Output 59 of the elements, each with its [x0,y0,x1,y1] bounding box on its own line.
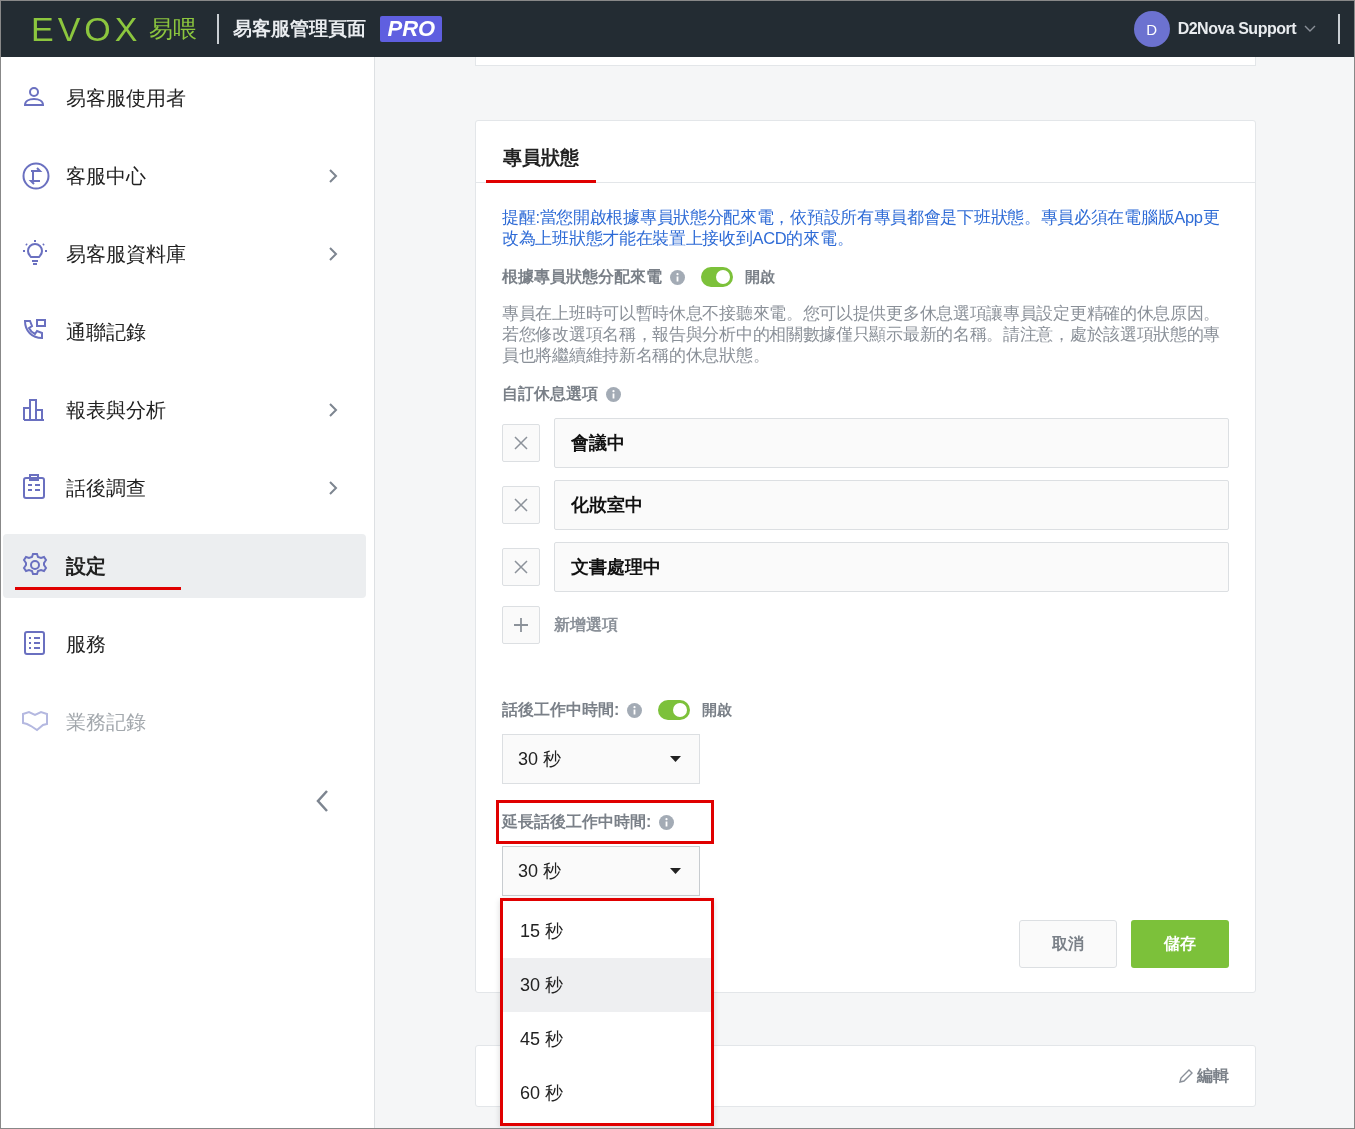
nav-item[interactable]: 通聯記錄 [3,300,366,364]
dropdown[interactable]: 30 秒 [502,846,700,896]
logo-text: EVOX [31,9,142,49]
card-title: 專員狀態 [486,143,596,183]
field-label: 自訂休息選項 [502,383,598,404]
field-label: 延長話後工作中時間: [502,811,652,832]
nav-item[interactable]: 報表與分析 [3,378,366,442]
info-icon [670,269,685,285]
menu-item[interactable]: 30 秒 [503,958,711,1012]
add-button[interactable] [502,606,540,644]
nav-item[interactable]: 客服中心 [3,144,366,208]
chevron-right-icon [328,168,338,184]
menu-item[interactable]: 45 秒 [503,1012,711,1066]
nav-item[interactable]: 設定 [3,534,366,598]
close-icon [514,560,528,574]
toggle-state-text: 開啟 [702,700,733,720]
menu-item[interactable]: 60 秒 [503,1066,711,1120]
info-icon [659,814,675,830]
logo-text: 易喂 [149,14,198,44]
caret-down-icon [670,756,681,762]
nav-item[interactable]: 易客服資料庫 [3,222,366,286]
user-menu[interactable]: D D2Nova Support [1133,11,1316,47]
chevron-right-icon [328,402,338,418]
info-icon [606,386,621,402]
toggle-switch[interactable] [701,267,733,287]
notice-text: 提醒:當您開啟根據專員狀態分配來電，依預設所有專員都會是下班狀態。專員必須在電腦版App更改為上班狀態才能在裝置上接收到ACD的來電。 [502,207,1221,249]
info-icon [627,702,643,718]
pro-badge: PRO [380,16,443,42]
field-label: 話後工作中時間: [502,699,620,720]
nav-item[interactable]: 話後調查 [3,456,366,520]
menu-item[interactable]: 15 秒 [503,904,711,958]
chevron-left-icon [315,789,329,813]
pencil-icon [1178,1068,1193,1084]
toggle-state-text: 開啟 [745,267,775,287]
remove-button[interactable] [502,424,540,462]
input-field[interactable]: 化妝室中 [554,480,1229,530]
cancel-button[interactable]: 取消 [1019,920,1117,968]
remove-button[interactable] [502,548,540,586]
caret-down-icon [670,868,681,874]
edit-link[interactable]: 編輯 [1178,1065,1229,1087]
chevron-right-icon [328,480,338,496]
nav-item[interactable]: 易客服使用者 [3,66,366,130]
lightbulb-icon [22,240,50,268]
plus-icon [513,617,529,633]
close-icon [514,436,528,450]
caret-icon [1304,25,1316,33]
input-field[interactable]: 文書處理中 [554,542,1229,592]
circular-arrows-icon [22,162,50,190]
field-label: 根據專員狀態分配來電 [502,266,662,287]
close-icon [514,498,528,512]
remove-button[interactable] [502,486,540,524]
toggle-switch[interactable] [658,700,691,720]
page-title: 易客服管理頁面 [233,17,367,41]
nav-item[interactable]: 服務 [3,612,366,676]
chevron-right-icon [328,246,338,262]
description-text: 專員在上班時可以暫時休息不接聽來電。您可以提供更多休息選項讓專員設定更精確的休息原因。若您修改選項名稱，報告與分析中的相關數據僅只顯示最新的名稱。請注意，處於該選項狀態的專員也將繼續維持新名稱的休息狀態。 [502,303,1222,366]
dropdown[interactable]: 30 秒 [502,734,700,784]
input-field[interactable]: 會議中 [554,418,1229,468]
avatar: D [1133,11,1170,47]
